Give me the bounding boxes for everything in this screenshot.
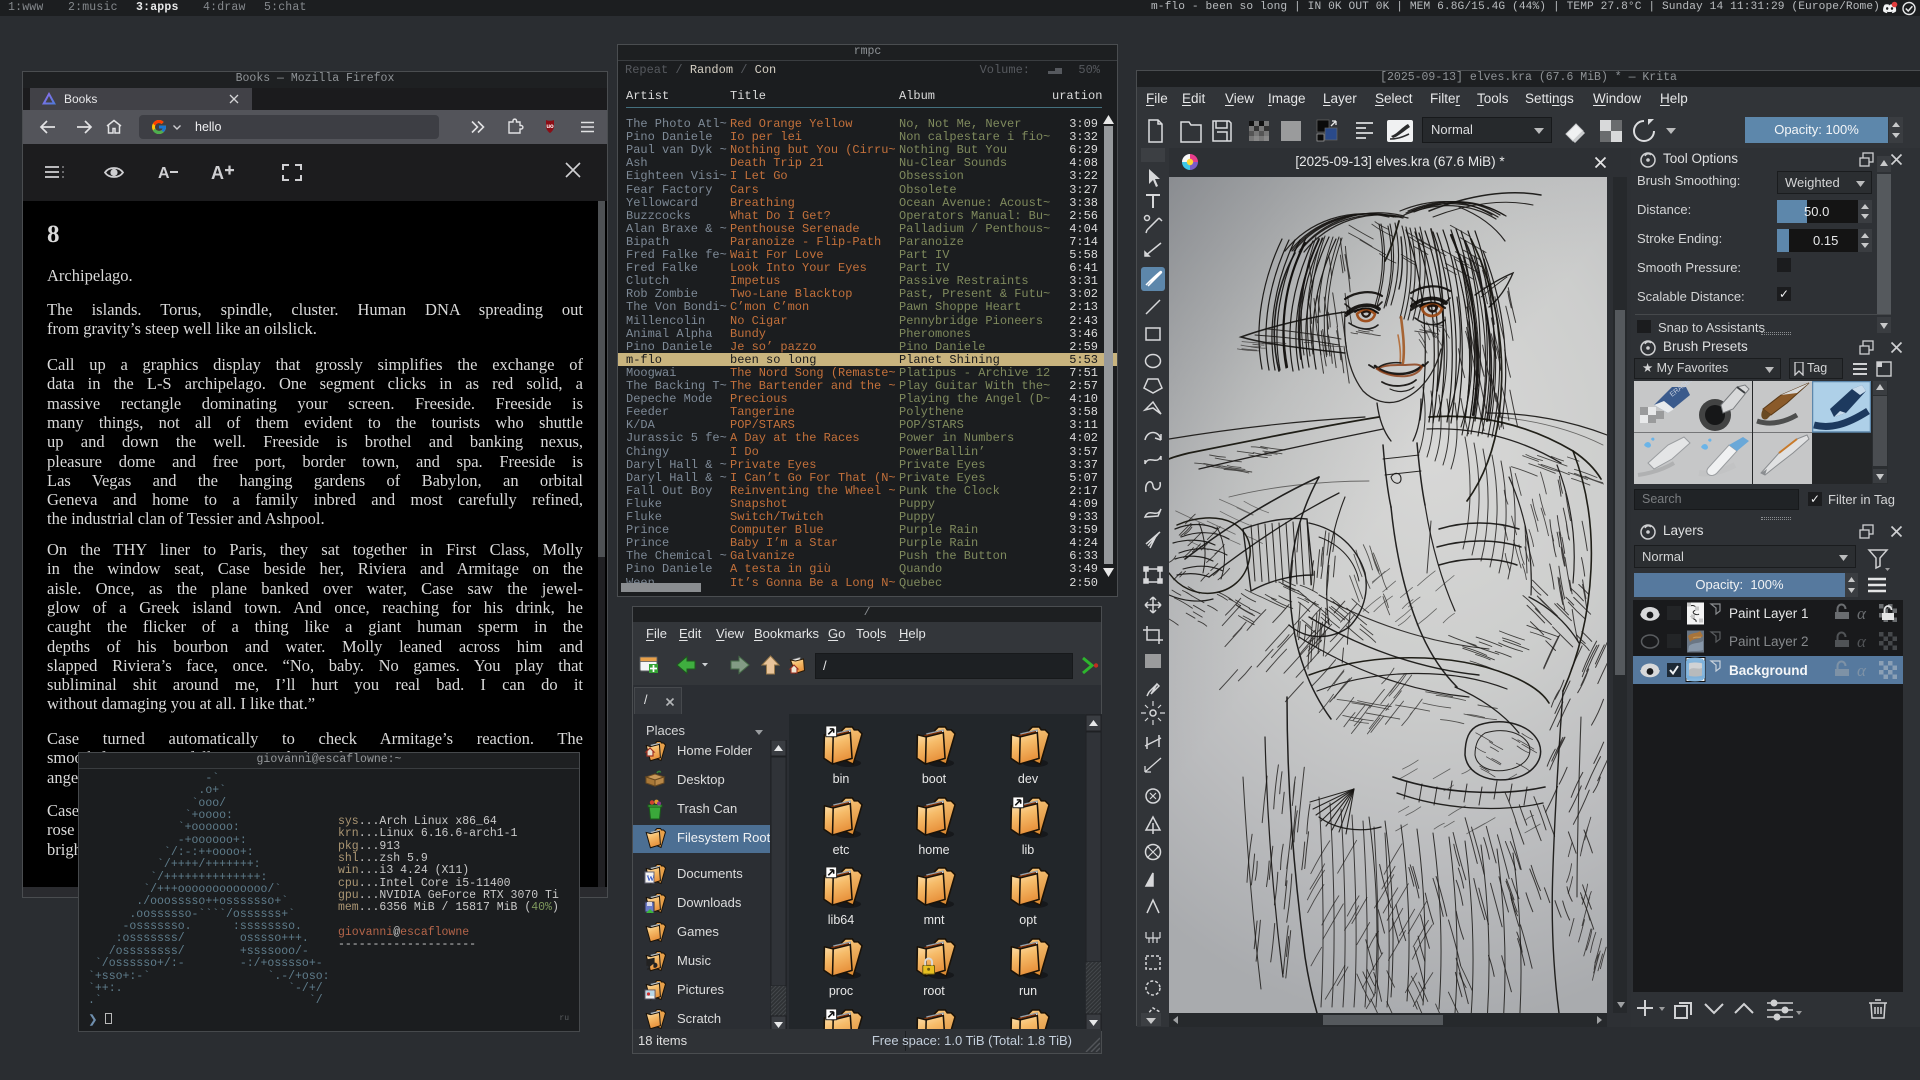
svg-text:α: α [1857,604,1867,623]
svg-text:A: A [211,163,224,183]
svg-text:Background: Background [1729,663,1808,678]
svg-text:W: W [647,874,655,883]
svg-text:uo: uo [546,124,554,130]
svg-text:Paint Layer 1: Paint Layer 1 [1729,606,1809,621]
svg-text:α: α [1857,661,1867,680]
svg-text:α: α [1857,632,1867,651]
svg-text:Paint Layer 2: Paint Layer 2 [1729,634,1809,649]
svg-text:A: A [158,165,170,182]
